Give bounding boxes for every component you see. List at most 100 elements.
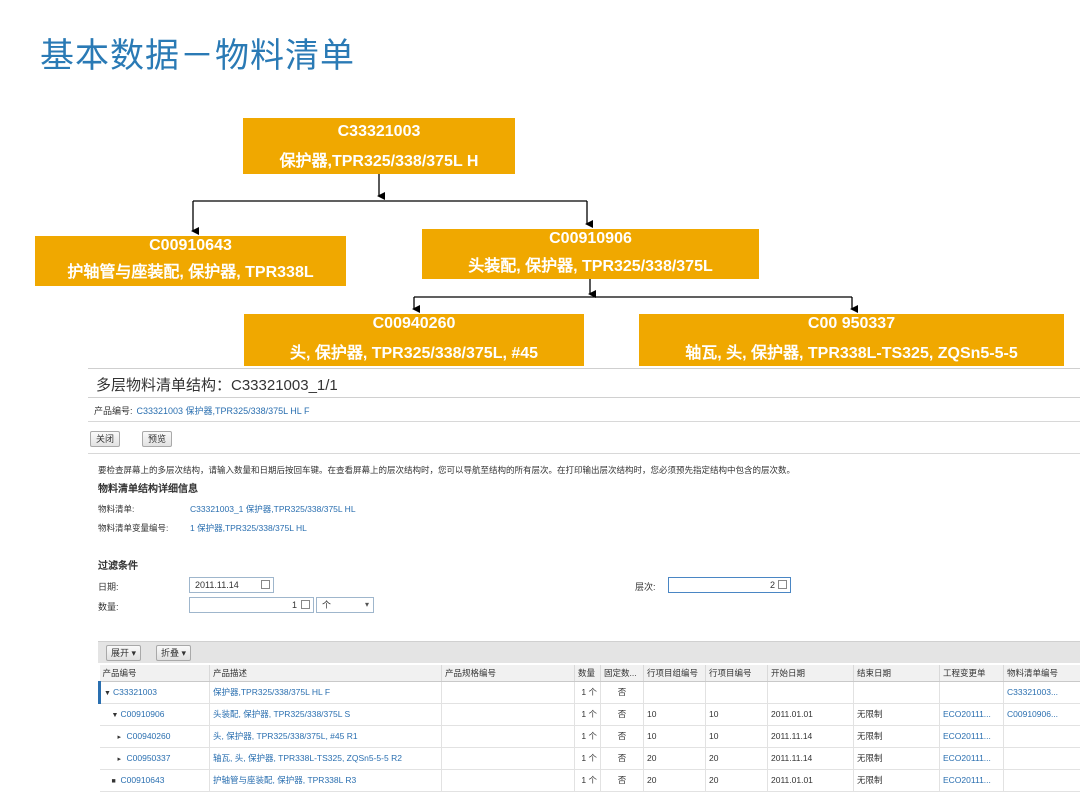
close-button[interactable]: 关闭: [90, 431, 121, 447]
tree-toggle-icon[interactable]: ▼: [112, 712, 121, 719]
node-desc: 护轴管与座装配, 保护器, TPR338L: [67, 264, 314, 282]
desc-cell[interactable]: 保护器,TPR325/338/375L HL F: [209, 681, 442, 704]
bom-link[interactable]: C33321003_1 保护器,TPR325/338/375L HL: [190, 503, 356, 515]
table-row[interactable]: ■ C00910643 护轴管与座装配, 保护器, TPR338L R3 1 个 …: [99, 769, 1080, 792]
eco-cell[interactable]: ECO20111...: [939, 769, 1004, 792]
end-cell: 无限制: [853, 703, 940, 726]
level-field[interactable]: 2: [668, 577, 791, 593]
column-header[interactable]: 工程变更单: [939, 665, 1004, 682]
table-row[interactable]: ▼ C00910906 头装配, 保护器, TPR325/338/375L S 1…: [99, 703, 1080, 726]
bom-table: 产品编号 产品描述 产品规格编号 数量 固定数... 行项目组编号 行项目编号 …: [98, 665, 1080, 792]
eco-cell[interactable]: ECO20111...: [939, 747, 1004, 770]
unit-value: 个: [322, 600, 332, 610]
node-code: C33321003: [337, 123, 421, 140]
bom-cell[interactable]: C00910906...: [1003, 703, 1080, 726]
product-cell[interactable]: ▸ C00940260: [99, 725, 210, 748]
preview-button[interactable]: 预览: [142, 431, 173, 447]
level-label: 层次:: [635, 582, 656, 592]
table-toolbar: 展开 ▾ 折叠 ▾: [98, 641, 1080, 663]
qty-label: 数量:: [98, 602, 119, 612]
product-code[interactable]: C00910643: [121, 775, 165, 785]
column-header[interactable]: 固定数...: [600, 665, 644, 682]
date-field[interactable]: 2011.11.14: [189, 577, 274, 593]
qty-cell: 1 个: [574, 703, 601, 726]
chevron-down-icon: ▾: [364, 600, 369, 609]
unit-select[interactable]: 个 ▾: [316, 597, 374, 613]
desc-cell[interactable]: 头, 保护器, TPR325/338/375L, #45 R1: [209, 725, 442, 748]
desc-cell[interactable]: 护轴管与座装配, 保护器, TPR338L R3: [209, 769, 442, 792]
desc-cell[interactable]: 轴瓦, 头, 保护器, TPR338L-TS325, ZQSn5-5-5 R2: [209, 747, 442, 770]
table-row[interactable]: ▼ C33321003 保护器,TPR325/338/375L HL F 1 个 …: [98, 681, 1080, 704]
calendar-icon[interactable]: [261, 580, 270, 589]
bom-cell[interactable]: C33321003...: [1003, 681, 1080, 704]
table-row[interactable]: ▸ C00940260 头, 保护器, TPR325/338/375L, #45 …: [99, 725, 1080, 748]
item-cell: [705, 681, 768, 704]
tree-toggle-icon[interactable]: ▼: [104, 690, 113, 697]
tree-node-c00940260: C00940260 头, 保护器, TPR325/338/375L, #45: [244, 314, 584, 366]
fixed-cell: 否: [600, 681, 644, 704]
product-code[interactable]: C00950337: [127, 753, 171, 763]
collapse-button[interactable]: 折叠 ▾: [156, 645, 192, 661]
spec-cell: [441, 769, 575, 792]
product-cell[interactable]: ■ C00910643: [99, 769, 210, 792]
product-link[interactable]: C33321003 保护器,TPR325/338/375L HL F: [137, 406, 310, 416]
column-header[interactable]: 数量: [574, 665, 601, 682]
divider: [88, 397, 1080, 398]
end-cell: 无限制: [853, 747, 940, 770]
eco-cell[interactable]: ECO20111...: [939, 725, 1004, 748]
column-header[interactable]: 产品编号: [99, 665, 210, 682]
eco-cell[interactable]: [939, 681, 1004, 704]
quantity-field[interactable]: 1: [189, 597, 314, 613]
tree-node-root: C33321003 保护器,TPR325/338/375L H: [243, 118, 515, 174]
expand-button[interactable]: 展开 ▾: [106, 645, 142, 661]
spec-cell: [441, 747, 575, 770]
eco-cell[interactable]: ECO20111...: [939, 703, 1004, 726]
column-header[interactable]: 行项目组编号: [643, 665, 706, 682]
group-cell: 10: [643, 703, 706, 726]
qty-cell: 1 个: [574, 747, 601, 770]
product-code[interactable]: C33321003: [113, 687, 157, 697]
qty-value: 1: [291, 600, 297, 610]
variant-label: 物料清单变量编号:: [98, 523, 169, 533]
column-header[interactable]: 产品规格编号: [441, 665, 575, 682]
spec-cell: [441, 681, 575, 704]
item-cell: 10: [705, 725, 768, 748]
date-label: 日期:: [98, 582, 119, 592]
column-header[interactable]: 行项目编号: [705, 665, 768, 682]
fixed-cell: 否: [600, 725, 644, 748]
sap-bom-window: 多层物料清单结构：C33321003_1/1 产品编号: C33321003 保护…: [88, 368, 1080, 810]
product-code[interactable]: C00910906: [121, 709, 165, 719]
node-code: C00 950337: [807, 315, 896, 332]
tree-node-c00950337: C00 950337 轴瓦, 头, 保护器, TPR338L-TS325, ZQ…: [639, 314, 1064, 366]
level-value: 2: [769, 580, 775, 590]
column-header[interactable]: 物料清单编号: [1003, 665, 1080, 682]
filter-heading: 过滤条件: [98, 561, 138, 572]
tree-toggle-icon[interactable]: ▸: [118, 755, 127, 763]
qty-cell: 1 个: [574, 769, 601, 792]
bom-cell[interactable]: [1003, 725, 1080, 748]
bom-row: 物料清单: C33321003_1 保护器,TPR325/338/375L HL: [98, 503, 356, 515]
desc-cell[interactable]: 头装配, 保护器, TPR325/338/375L S: [209, 703, 442, 726]
product-cell[interactable]: ▼ C00910906: [99, 703, 210, 726]
window-title: 多层物料清单结构：C33321003_1/1: [96, 377, 338, 394]
product-code[interactable]: C00940260: [127, 731, 171, 741]
qty-cell: 1 个: [574, 681, 601, 704]
column-header[interactable]: 产品描述: [209, 665, 442, 682]
product-cell[interactable]: ▼ C33321003: [98, 681, 210, 704]
column-header[interactable]: 开始日期: [767, 665, 854, 682]
start-cell: 2011.11.14: [767, 747, 854, 770]
bom-cell[interactable]: [1003, 769, 1080, 792]
variant-link[interactable]: 1 保护器,TPR325/338/375L HL: [190, 522, 307, 534]
product-cell[interactable]: ▸ C00950337: [99, 747, 210, 770]
start-cell: [767, 681, 854, 704]
column-header[interactable]: 结束日期: [853, 665, 940, 682]
expand-label: 展开: [111, 648, 130, 658]
collapse-label: 折叠: [161, 648, 180, 658]
tree-toggle-icon[interactable]: ▸: [118, 733, 127, 741]
bom-cell[interactable]: [1003, 747, 1080, 770]
lookup-icon[interactable]: [778, 580, 787, 589]
lookup-icon[interactable]: [301, 600, 310, 609]
node-desc: 头装配, 保护器, TPR325/338/375L: [468, 258, 713, 276]
slide-title: 基本数据－物料清单: [40, 36, 355, 76]
table-row[interactable]: ▸ C00950337 轴瓦, 头, 保护器, TPR338L-TS325, ZQ…: [99, 747, 1080, 770]
